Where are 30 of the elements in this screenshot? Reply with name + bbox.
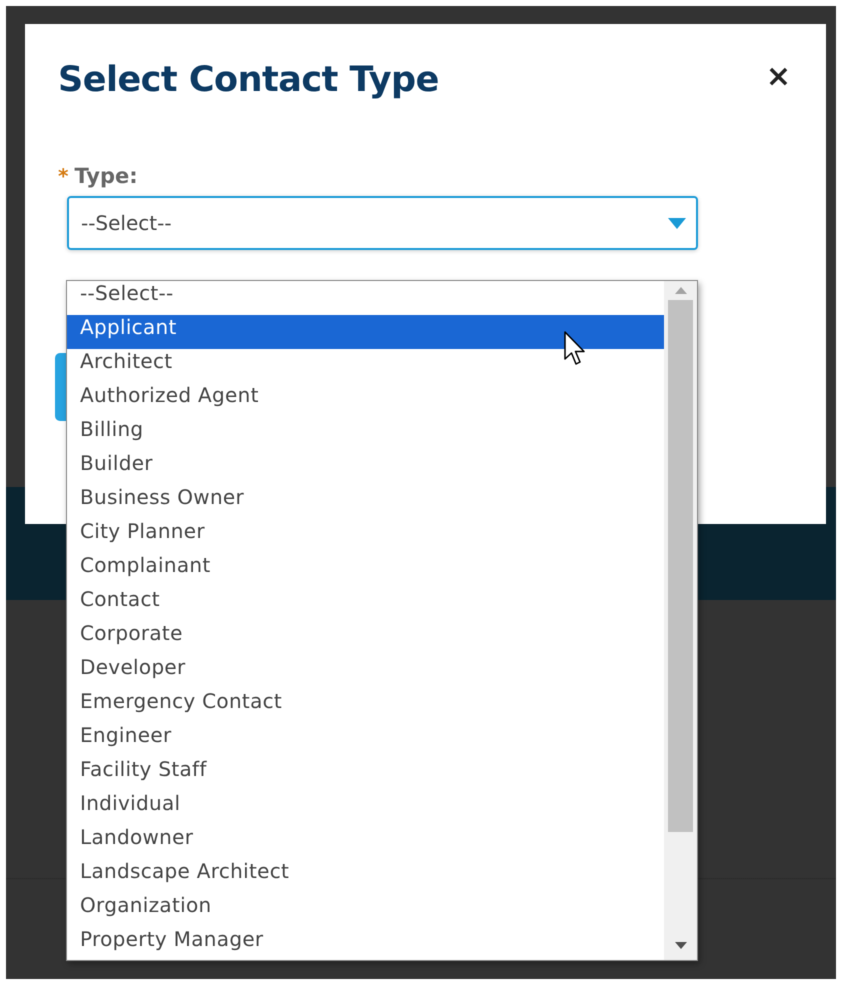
close-button[interactable]: × — [766, 60, 791, 94]
dropdown-option[interactable]: Facility Staff — [67, 757, 664, 791]
dropdown-option[interactable]: Individual — [67, 791, 664, 825]
dropdown-option[interactable]: Authorized Agent — [67, 383, 664, 417]
scrollbar-thumb[interactable] — [668, 300, 693, 832]
dropdown-option[interactable]: Business Owner — [67, 485, 664, 519]
dropdown-option[interactable]: Emergency Contact — [67, 689, 664, 723]
scroll-down-icon[interactable] — [674, 942, 686, 949]
dropdown-option[interactable]: Billing — [67, 417, 664, 451]
field-label: Type: — [74, 164, 138, 188]
dropdown-option[interactable]: Landowner — [67, 825, 664, 859]
dropdown-option[interactable]: Complainant — [67, 553, 664, 587]
dropdown-option[interactable]: Property Manager — [67, 927, 664, 961]
dropdown-option[interactable]: Architect — [67, 349, 664, 383]
caret-icon — [668, 218, 686, 228]
dropdown-option[interactable]: Corporate — [67, 621, 664, 655]
scrollbar[interactable] — [664, 281, 697, 960]
dropdown-option[interactable]: Landscape Architect — [67, 859, 664, 893]
scroll-up-icon[interactable] — [674, 287, 686, 294]
dialog-title: Select Contact Type — [58, 60, 439, 100]
dropdown-option[interactable]: Contact — [67, 587, 664, 621]
dropdown-option[interactable]: Organization — [67, 893, 664, 927]
dropdown-option[interactable]: Applicant — [67, 315, 664, 349]
dropdown-option[interactable]: Engineer — [67, 723, 664, 757]
dropdown-option[interactable]: Builder — [67, 451, 664, 485]
dropdown-option[interactable]: Developer — [67, 655, 664, 689]
dropdown-option[interactable]: --Select-- — [67, 281, 664, 315]
type-dropdown[interactable]: --Select-- — [67, 196, 698, 250]
dropdown-option[interactable]: City Planner — [67, 519, 664, 553]
required-mark: * — [58, 164, 68, 188]
